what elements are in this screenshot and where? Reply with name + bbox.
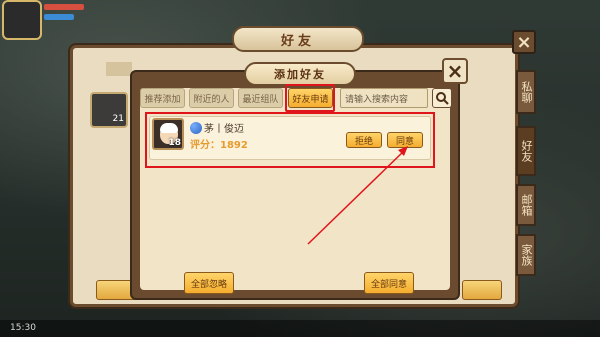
- friend-request-name-line: 茅丨俊迈: [190, 120, 244, 135]
- friend-request-score: 评分：1892: [190, 140, 248, 151]
- add-friend-dialog-title: 添加好友: [244, 62, 356, 86]
- tab-recent-team[interactable]: 最近组队: [238, 88, 283, 108]
- mp-bar: [44, 14, 74, 20]
- side-tab-friends[interactable]: 好友: [516, 126, 536, 176]
- friends-left-tab[interactable]: [106, 62, 132, 76]
- add-friend-close-button[interactable]: ×: [442, 58, 468, 84]
- rank-badge-icon: [190, 121, 202, 134]
- search-icon: [436, 92, 449, 105]
- player-status-bars: [44, 4, 84, 24]
- close-icon: ×: [446, 59, 464, 83]
- ignore-all-button[interactable]: 全部忽略: [184, 272, 234, 294]
- friends-panel-title: 好友: [232, 26, 364, 52]
- tab-recommended[interactable]: 推荐添加: [140, 88, 185, 108]
- friend-card-level: 21: [112, 114, 124, 124]
- side-tab-private-chat[interactable]: 私聊: [516, 70, 536, 114]
- friend-card-avatar[interactable]: 21: [90, 92, 128, 128]
- accept-request-button[interactable]: 同意: [387, 132, 423, 148]
- chat-strip[interactable]: 15:30: [0, 320, 600, 337]
- accept-all-button[interactable]: 全部同意: [364, 272, 414, 294]
- friend-request-avatar[interactable]: 18: [152, 118, 184, 150]
- player-avatar[interactable]: [2, 0, 42, 40]
- outer-bottom-right-button[interactable]: [462, 280, 502, 300]
- clock: 15:30: [10, 323, 36, 333]
- friend-request-name: 茅丨俊迈: [204, 124, 244, 135]
- hp-bar: [44, 4, 84, 10]
- avatar-hair: [160, 123, 178, 133]
- friend-request-level: 18: [168, 138, 181, 148]
- side-tab-mailbox[interactable]: 邮箱: [516, 184, 536, 226]
- reject-request-button[interactable]: 拒绝: [346, 132, 382, 148]
- search-button[interactable]: [432, 88, 452, 108]
- side-tab-family[interactable]: 家族: [516, 234, 536, 276]
- friends-panel-close-button[interactable]: ×: [512, 30, 536, 54]
- tab-nearby[interactable]: 附近的人: [189, 88, 234, 108]
- tab-friend-requests[interactable]: 好友申请: [288, 88, 333, 108]
- search-input[interactable]: 请输入搜索内容: [340, 88, 428, 108]
